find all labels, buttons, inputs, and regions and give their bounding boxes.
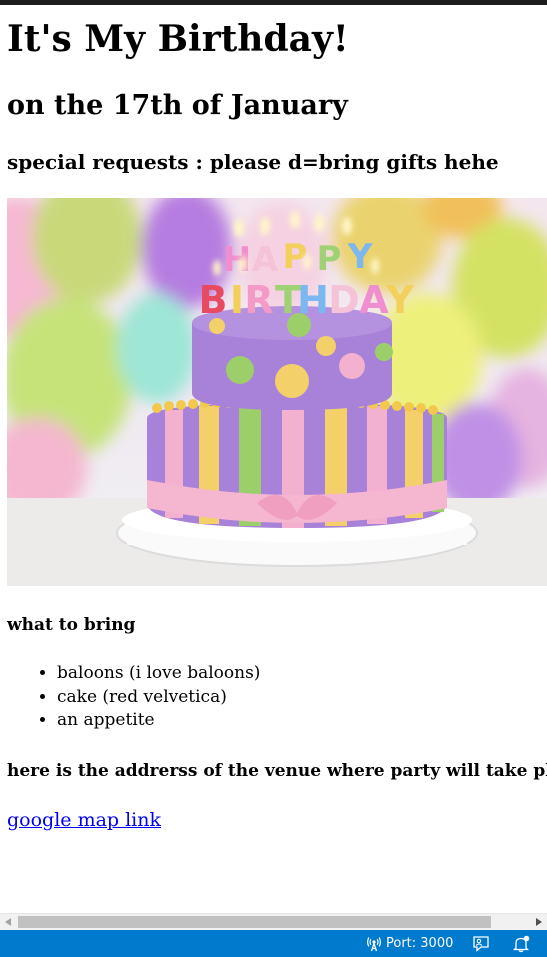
google-map-link[interactable]: google map link (7, 808, 161, 832)
svg-text:R: R (244, 278, 273, 322)
svg-text:P: P (283, 237, 308, 277)
port-label: Port: 3000 (386, 936, 454, 951)
scroll-right-arrow-icon[interactable] (531, 914, 547, 930)
page-content: It's My Birthday! on the 17th of January… (0, 5, 547, 913)
bell-icon[interactable] (512, 935, 530, 953)
svg-text:Y: Y (385, 278, 414, 322)
what-to-bring-heading: what to bring (7, 615, 136, 635)
scroll-left-arrow-icon[interactable] (0, 914, 16, 930)
svg-text:A: A (359, 278, 389, 322)
list-item: baloons (i love baloons) (57, 662, 260, 686)
birthday-cake-image: H A P P Y B I R T H D A Y (7, 198, 547, 586)
svg-text:I: I (230, 278, 244, 322)
list-item: an appetite (57, 709, 260, 733)
svg-text:A: A (252, 240, 279, 280)
scrollbar-thumb[interactable] (18, 916, 491, 928)
horizontal-scrollbar[interactable] (0, 913, 547, 930)
svg-text:H: H (297, 278, 329, 322)
broadcast-icon (367, 936, 381, 951)
address-heading: here is the addrerss of the venue where … (7, 761, 547, 781)
list-item: cake (red velvetica) (57, 686, 260, 710)
svg-text:B: B (199, 278, 228, 322)
status-bar: Port: 3000 (0, 930, 547, 957)
page-title: It's My Birthday! (7, 18, 349, 60)
bring-list: baloons (i love baloons) cake (red velve… (0, 662, 260, 733)
port-indicator[interactable]: Port: 3000 (366, 930, 453, 957)
requests-heading: special requests : please d=bring gifts … (7, 150, 499, 174)
svg-text:D: D (328, 278, 360, 322)
date-heading: on the 17th of January (7, 90, 348, 121)
feedback-icon[interactable] (472, 935, 490, 953)
svg-text:P: P (317, 239, 342, 279)
svg-text:Y: Y (347, 237, 373, 277)
svg-text:H: H (223, 240, 251, 280)
